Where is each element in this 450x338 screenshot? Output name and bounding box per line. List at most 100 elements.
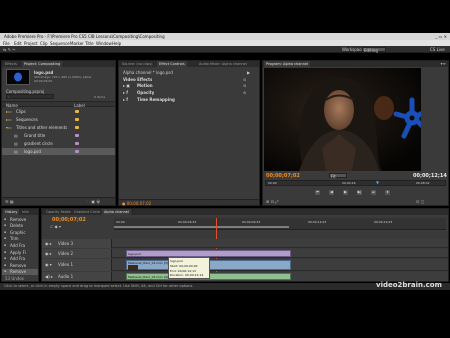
list-item[interactable]: ▤ Grand title xyxy=(2,132,115,139)
program-monitor: Program: Alpha channel ▾≡ 00;00;07;02 Fi… xyxy=(262,60,449,206)
col-name[interactable]: Name xyxy=(6,103,18,108)
track-header[interactable]: ◉ ▸ Video 3 xyxy=(42,239,112,248)
ruler-mark: 00;00 xyxy=(268,181,277,185)
list-item[interactable]: ▤ gradient circle xyxy=(2,140,115,147)
step-forward-icon[interactable]: ▶| xyxy=(357,190,362,195)
speaker-icon[interactable]: ◀) ▸ xyxy=(45,274,53,279)
tab-effects[interactable]: Effects xyxy=(3,61,19,67)
list-view-icon[interactable]: ☰ ▦ xyxy=(5,199,14,204)
ec-row-opacity[interactable]: ▸ f Opacity ⊙ xyxy=(119,90,259,96)
clip-thumbnail xyxy=(6,69,30,85)
tab-history[interactable]: History xyxy=(3,209,20,215)
track-name: Audio 1 xyxy=(58,274,74,279)
safe-margins-icon[interactable]: ⊞ ⊡ ⤢ xyxy=(266,199,278,204)
work-area-bar[interactable] xyxy=(114,226,289,228)
eye-icon[interactable]: ◉ ▸ xyxy=(45,251,52,256)
track-audio-1: ◀) ▸ Audio 1 Medieval_Hero_01.mov [A] Vo… xyxy=(42,272,448,281)
reset-icon[interactable]: ⊙ xyxy=(243,90,246,95)
history-item-label: Remove xyxy=(10,262,27,268)
history-item[interactable]: ▪ Add Fra xyxy=(2,256,38,262)
history-list: ▪ Remove ▪ Delete ▪ Graphic ▪ Trim ▪ Add Fra ▪ Appl… xyxy=(2,216,38,276)
timeline-ruler[interactable]: 00;00 00;00;04;23 00;00;09;23 00;00;14;2… xyxy=(114,218,446,230)
video2brain-watermark: video2brain.com xyxy=(376,281,442,289)
new-bin-icon[interactable]: 🗀 ▣ 🗑 xyxy=(86,199,100,206)
ruler-mark: 00;00;19;23 xyxy=(374,220,393,224)
list-item[interactable]: ▸▭ Clips xyxy=(2,108,115,115)
track-header[interactable]: ◉ ▸ Video 2 xyxy=(42,249,112,258)
history-item[interactable]: ▪ Graphic xyxy=(2,229,38,235)
opacity-toggle-icon[interactable]: ▸ f xyxy=(123,90,128,95)
cs-live[interactable]: CS Live xyxy=(430,47,445,52)
tab-opacity-fades[interactable]: Opacity Fades xyxy=(44,209,73,215)
ec-arrow-icon[interactable]: ▶ xyxy=(247,70,250,75)
ruler-mark: 00;00;09;23 xyxy=(242,220,261,224)
go-to-in-icon[interactable]: ⏮ xyxy=(315,190,320,195)
search-icon[interactable]: ⌕ xyxy=(6,94,54,99)
history-item[interactable]: ▪ Remove xyxy=(2,216,38,222)
window-controls[interactable]: _ ▭ ✕ xyxy=(435,34,447,39)
label-color[interactable] xyxy=(75,110,79,113)
program-ruler[interactable]: 00;00 00;04;16 00;08;32 ▼ xyxy=(265,180,446,186)
list-item[interactable]: ▸▭ Sequences xyxy=(2,116,115,123)
label-color[interactable] xyxy=(75,142,79,145)
eye-icon[interactable]: ◉ ▾ xyxy=(45,262,52,267)
ec-expand-icon[interactable]: ⊙ xyxy=(243,77,246,82)
ec-footer: ● 00;00;07;02 xyxy=(119,199,259,206)
effect-motion: Motion xyxy=(137,83,153,88)
panel-menu-icon[interactable]: ▾≡ xyxy=(441,61,446,67)
history-item[interactable]: ▪ Add Fra xyxy=(2,242,38,248)
flower-logo-icon xyxy=(393,97,421,139)
tab-program[interactable]: Program: Alpha channel xyxy=(264,61,310,67)
snap-icon[interactable]: ⊂ ◆ ▾ xyxy=(50,224,61,229)
tooltip-line: Duration: 00;00;12;14 xyxy=(170,273,204,278)
history-step-icon: ▪ xyxy=(4,269,7,274)
playhead-icon[interactable]: ▼ xyxy=(376,180,379,185)
workspace-select[interactable]: Editing xyxy=(362,46,386,52)
label-color[interactable] xyxy=(75,118,79,121)
reset-icon[interactable]: ⊙ xyxy=(243,83,246,88)
tab-project[interactable]: Project: Compositing xyxy=(22,61,63,67)
step-back-icon[interactable]: ◀ xyxy=(329,190,334,195)
history-item[interactable]: ▪ Delete xyxy=(2,223,38,229)
history-item[interactable]: ▪ Apply Fi xyxy=(2,249,38,255)
tab-gradient-circle[interactable]: Gradient Circle xyxy=(72,209,102,215)
label-color[interactable] xyxy=(75,126,79,129)
track-video-3: ◉ ▸ Video 3 xyxy=(42,239,448,248)
col-label[interactable]: Label xyxy=(74,103,85,108)
track-name: Video 1 xyxy=(58,262,74,267)
list-item[interactable]: ▾▭ Titles and other elements xyxy=(2,124,115,131)
clip-logo[interactable]: logo.psd xyxy=(126,250,291,257)
go-to-out-icon[interactable]: ⏭ xyxy=(371,190,376,195)
ec-row-motion[interactable]: ▸ ▣ Motion ⊙ xyxy=(119,83,259,89)
timeline-timecode[interactable]: 00;00;07;02 xyxy=(52,217,86,223)
motion-toggle-icon[interactable]: ▸ ▣ xyxy=(123,83,130,88)
label-color[interactable] xyxy=(75,134,79,137)
toolbar-icons[interactable]: ⇆ ✎ ✂ xyxy=(3,47,16,52)
tab-alpha-channel[interactable]: Alpha channel xyxy=(102,209,131,215)
ec-row-time-remapping[interactable]: ▸ f Time Remapping xyxy=(119,97,259,103)
track-video-2: ◉ ▸ Video 2 logo.psd xyxy=(42,249,448,258)
list-item[interactable]: ▤ logo.psd xyxy=(2,148,115,155)
workspace-bar: ⇆ ✎ ✂ Workspace: Editing CS Live xyxy=(0,46,450,53)
list-item-label: Titles and other elements xyxy=(16,125,68,130)
label-color[interactable] xyxy=(75,150,79,153)
track-header[interactable]: ◉ ▾ Video 1 xyxy=(42,259,112,271)
history-item[interactable]: ▪ Remove xyxy=(2,262,38,268)
history-item-label: Graphic xyxy=(10,229,26,235)
eye-icon[interactable]: ◉ ▸ xyxy=(45,241,52,246)
history-item[interactable]: ▪ Trim xyxy=(2,236,38,242)
export-frame-icon[interactable]: ⊡ ▢ xyxy=(416,199,424,204)
track-header[interactable]: ◀) ▸ Audio 1 xyxy=(42,272,112,281)
history-step-icon: ▪ xyxy=(4,249,7,254)
program-timecode-left[interactable]: 00;00;07;02 xyxy=(266,173,300,179)
folder-icon: ▸▭ xyxy=(6,117,12,122)
record-icon[interactable]: ⏺ xyxy=(385,190,390,195)
history-item[interactable]: ▪ Remove xyxy=(2,268,38,275)
fit-dropdown[interactable]: Fit xyxy=(329,173,347,179)
play-icon[interactable]: ▶ xyxy=(343,190,348,195)
tab-info[interactable]: Info xyxy=(20,209,31,215)
tab-audio-mixer[interactable]: Audio Mixer: Alpha channel xyxy=(197,61,259,67)
tab-effect-controls[interactable]: Effect Controls xyxy=(157,61,187,67)
tab-source[interactable]: Source: (no clips) xyxy=(120,61,156,67)
timeremap-toggle-icon[interactable]: ▸ f xyxy=(123,97,128,102)
